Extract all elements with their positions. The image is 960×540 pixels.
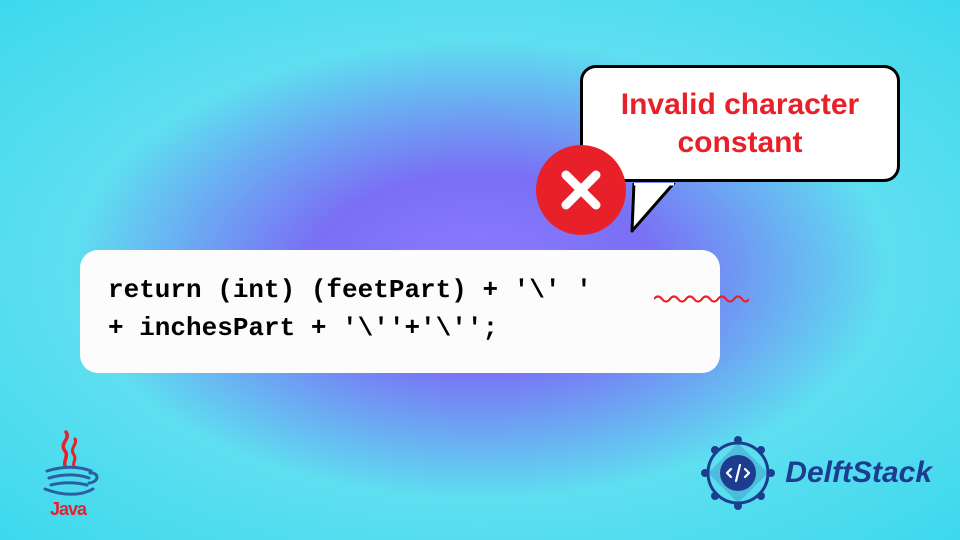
delftstack-emblem-icon <box>699 434 777 512</box>
code-snippet-box: return (int) (feetPart) + '\' ' + inches… <box>80 250 720 373</box>
error-squiggle-underline <box>654 294 749 304</box>
java-logo-text: Java <box>28 499 108 520</box>
error-message-line-2: constant <box>605 124 875 162</box>
delftstack-logo: DelftStack <box>699 434 932 512</box>
error-x-icon <box>536 145 626 235</box>
code-line-1: return (int) (feetPart) + '\' ' <box>108 272 692 310</box>
error-tooltip-bubble: Invalid character constant <box>580 65 900 182</box>
java-cup-icon <box>28 429 108 499</box>
error-tooltip-tail <box>624 183 684 233</box>
delftstack-logo-text: DelftStack <box>785 456 932 490</box>
code-line-2: + inchesPart + '\''+'\''; <box>108 310 692 348</box>
error-message-line-1: Invalid character <box>605 86 875 124</box>
java-logo: Java <box>28 429 108 520</box>
